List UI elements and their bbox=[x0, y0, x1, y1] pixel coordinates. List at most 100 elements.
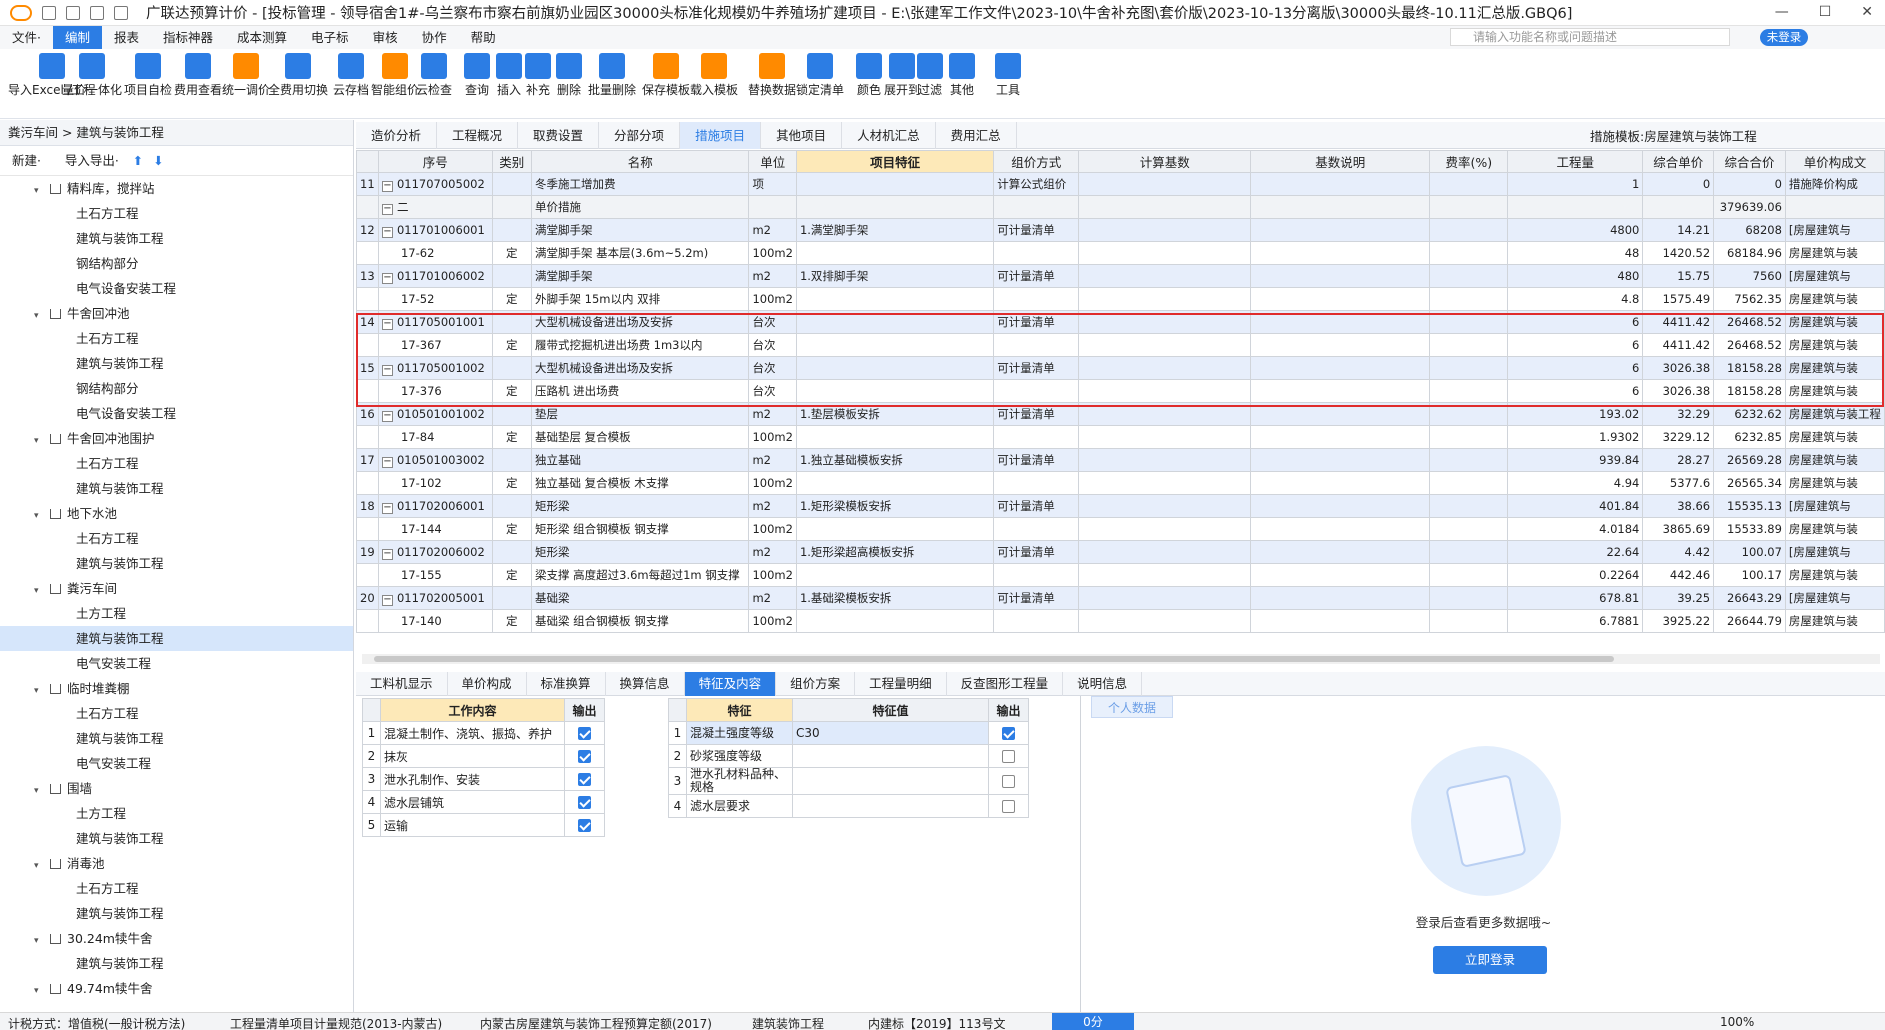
table-cell[interactable] bbox=[1078, 195, 1252, 219]
table-cell[interactable]: 1.9302 bbox=[1507, 425, 1644, 449]
collapse-icon[interactable]: − bbox=[381, 226, 393, 238]
feature-row[interactable]: 1 混凝土强度等级 C30 bbox=[668, 721, 1029, 745]
table-cell[interactable] bbox=[1078, 287, 1252, 311]
import-export-button[interactable]: 导入导出· bbox=[65, 153, 119, 168]
menu-item[interactable]: 审核 bbox=[361, 26, 410, 49]
table-cell[interactable]: 4800 bbox=[1507, 218, 1644, 242]
price-badge[interactable]: 0分 bbox=[1052, 1013, 1134, 1030]
table-cell[interactable] bbox=[491, 218, 532, 242]
table-cell[interactable]: 379639.06 bbox=[1713, 195, 1786, 219]
table-cell[interactable] bbox=[1250, 471, 1431, 495]
table-cell[interactable]: 100.07 bbox=[1713, 540, 1786, 564]
tree-item[interactable]: ▾ 消毒池 bbox=[0, 851, 353, 876]
tree-item[interactable]: ▾ 牛舍回冲池围护 bbox=[0, 426, 353, 451]
table-cell[interactable]: 定 bbox=[491, 609, 532, 633]
table-cell[interactable] bbox=[1429, 264, 1509, 288]
column-header[interactable]: 组价方式 bbox=[993, 150, 1080, 173]
table-cell[interactable] bbox=[1429, 425, 1509, 449]
ribbon-button[interactable]: 删除 bbox=[556, 53, 582, 98]
output-checkbox[interactable] bbox=[1002, 775, 1015, 788]
tree-item[interactable]: 土石方工程 bbox=[0, 526, 353, 551]
table-cell[interactable]: 1.矩形梁超高模板安拆 bbox=[795, 540, 995, 564]
table-cell[interactable] bbox=[795, 563, 995, 587]
output-cell[interactable] bbox=[988, 744, 1029, 768]
tree-item[interactable]: 建筑与装饰工程 bbox=[0, 626, 353, 651]
table-cell[interactable]: m2 bbox=[748, 494, 797, 518]
collapse-icon[interactable]: − bbox=[381, 272, 393, 284]
output-cell[interactable] bbox=[988, 767, 1029, 795]
menu-item[interactable]: 编制 bbox=[52, 26, 102, 49]
tree-item[interactable]: ▾ 临时堆粪棚 bbox=[0, 676, 353, 701]
output-checkbox[interactable] bbox=[578, 773, 591, 786]
detail-tab[interactable]: 单价构成 bbox=[448, 672, 527, 696]
table-cell[interactable] bbox=[993, 195, 1080, 219]
ribbon-button[interactable]: 项目自检 bbox=[124, 53, 172, 98]
output-cell[interactable] bbox=[564, 790, 605, 814]
table-cell[interactable]: [房屋建筑与 bbox=[1784, 494, 1885, 518]
table-cell[interactable] bbox=[1250, 287, 1431, 311]
table-row[interactable]: 17-102 定独立基础 复合模板 木支撑 100m2 4.94 5377.6 26565… bbox=[356, 471, 1885, 495]
table-cell[interactable]: 房屋建筑与装 bbox=[1784, 517, 1885, 541]
table-cell[interactable] bbox=[993, 517, 1080, 541]
table-cell[interactable] bbox=[795, 425, 995, 449]
collapse-icon[interactable]: − bbox=[381, 204, 393, 215]
table-row[interactable]: 11−011707005002 冬季施工增加费项计算公式组价 1 0 0 措施降价构成 bbox=[356, 172, 1885, 196]
menu-item[interactable]: 协作 bbox=[410, 26, 459, 49]
menu-item[interactable]: 电子标 bbox=[299, 26, 361, 49]
output-checkbox[interactable] bbox=[578, 750, 591, 763]
table-cell[interactable]: 15535.13 bbox=[1713, 494, 1786, 518]
table-cell[interactable] bbox=[1250, 540, 1431, 564]
ribbon-button[interactable]: 云存档 bbox=[333, 53, 369, 98]
table-cell[interactable]: 6232.85 bbox=[1713, 425, 1786, 449]
table-cell[interactable] bbox=[1429, 241, 1509, 265]
table-cell[interactable]: [房屋建筑与 bbox=[1784, 218, 1885, 242]
table-cell[interactable]: 房屋建筑与装 bbox=[1784, 241, 1885, 265]
tree-item[interactable]: 土石方工程 bbox=[0, 201, 353, 226]
table-cell[interactable]: 4.8 bbox=[1507, 287, 1644, 311]
table-cell[interactable] bbox=[1250, 241, 1431, 265]
table-cell[interactable]: 678.81 bbox=[1507, 586, 1644, 610]
tree-item[interactable]: 建筑与装饰工程 bbox=[0, 551, 353, 576]
table-cell[interactable] bbox=[1250, 448, 1431, 472]
column-header[interactable]: 费率(%) bbox=[1429, 150, 1509, 173]
table-cell[interactable]: 0 bbox=[1713, 172, 1786, 196]
tab[interactable]: 费用汇总 bbox=[936, 122, 1017, 149]
table-cell[interactable]: 外脚手架 15m以内 双排 bbox=[530, 287, 750, 311]
table-cell[interactable] bbox=[795, 471, 995, 495]
tree-item[interactable]: 电气安装工程 bbox=[0, 651, 353, 676]
table-cell[interactable]: 4.94 bbox=[1507, 471, 1644, 495]
ribbon-button[interactable]: 载入模板 bbox=[690, 53, 738, 98]
table-row[interactable]: 17-155 定梁支撑 高度超过3.6m每超过1m 钢支撑 100m2 0.2264 4… bbox=[356, 563, 1885, 587]
table-cell[interactable] bbox=[1078, 218, 1252, 242]
table-cell[interactable] bbox=[1250, 195, 1431, 219]
table-row[interactable]: 19−011702006002 矩形梁 m2 1.矩形梁超高模板安拆 可计量清单 22.6… bbox=[356, 540, 1885, 564]
table-cell[interactable] bbox=[1078, 425, 1252, 449]
table-cell[interactable]: 48 bbox=[1507, 241, 1644, 265]
table-cell[interactable]: 冬季施工增加费 bbox=[530, 172, 750, 196]
ribbon-button[interactable]: 颜色 bbox=[856, 53, 882, 98]
tree-item[interactable]: ▾ 围墙 bbox=[0, 776, 353, 801]
table-cell[interactable] bbox=[1078, 586, 1252, 610]
tree-item[interactable]: 电气设备安装工程 bbox=[0, 276, 353, 301]
table-cell[interactable]: 939.84 bbox=[1507, 448, 1644, 472]
table-cell[interactable] bbox=[1429, 287, 1509, 311]
table-cell[interactable]: 矩形梁 组合钢模板 钢支撑 bbox=[530, 517, 750, 541]
table-cell[interactable]: 可计量清单 bbox=[993, 586, 1080, 610]
ribbon-button[interactable]: 工具 bbox=[995, 53, 1021, 98]
table-cell[interactable]: 14.21 bbox=[1642, 218, 1715, 242]
table-cell[interactable]: 100m2 bbox=[748, 425, 797, 449]
tab[interactable]: 取费设置 bbox=[518, 122, 600, 149]
tree-item[interactable]: 建筑与装饰工程 bbox=[0, 951, 353, 976]
new-button[interactable]: 新建· bbox=[12, 153, 41, 168]
table-row[interactable]: 17-52 定外脚手架 15m以内 双排 100m2 4.8 1575.49 7562.3… bbox=[356, 287, 1885, 311]
table-cell[interactable] bbox=[1429, 609, 1509, 633]
tree-item[interactable]: ▾ 地下水池 bbox=[0, 501, 353, 526]
menu-item[interactable]: 帮助 bbox=[459, 26, 508, 49]
login-button[interactable]: 立即登录 bbox=[1433, 946, 1547, 974]
ribbon-button[interactable]: 替换数据 bbox=[748, 53, 796, 98]
table-cell[interactable] bbox=[1429, 586, 1509, 610]
tree-item[interactable]: 建筑与装饰工程 bbox=[0, 476, 353, 501]
column-header[interactable]: 单价构成文 bbox=[1784, 150, 1885, 173]
ribbon-button[interactable]: 查询 bbox=[464, 53, 490, 98]
tree-item[interactable]: 电气设备安装工程 bbox=[0, 401, 353, 426]
